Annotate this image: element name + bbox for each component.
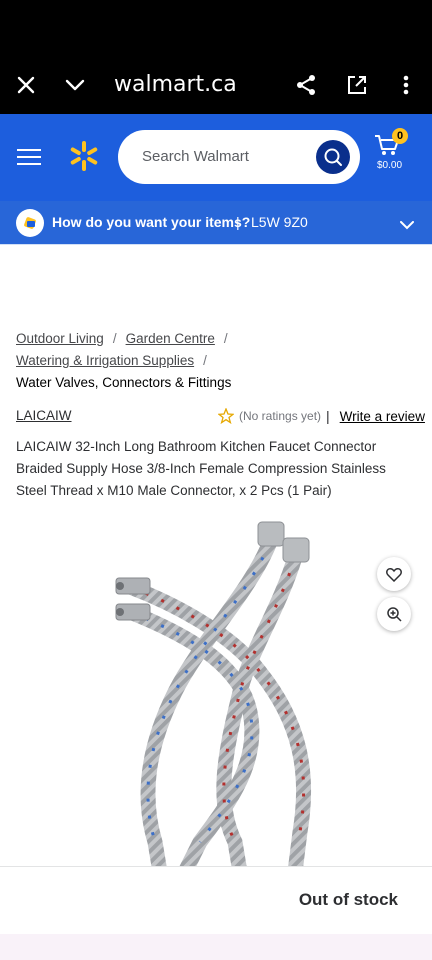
- breadcrumb-separator: /: [223, 331, 228, 346]
- close-icon[interactable]: [10, 55, 42, 114]
- cart-button[interactable]: 0 $0.00: [372, 128, 416, 178]
- breadcrumb-link-garden-centre[interactable]: Garden Centre: [126, 331, 215, 346]
- delivery-question: How do you want your items?: [52, 214, 251, 230]
- heart-icon: [386, 567, 402, 582]
- url-text[interactable]: walmart.ca: [114, 55, 237, 114]
- share-icon[interactable]: [292, 55, 320, 114]
- delivery-separator: |: [236, 214, 240, 230]
- status-bar: [0, 0, 432, 55]
- search-icon: [324, 148, 342, 166]
- product-title: LAICAIW 32-Inch Long Bathroom Kitchen Fa…: [16, 439, 386, 498]
- search-placeholder: Search Walmart: [142, 148, 249, 165]
- brand-link[interactable]: LAICAIW: [16, 408, 72, 423]
- search-input[interactable]: Search Walmart: [118, 130, 360, 184]
- breadcrumb-separator: /: [203, 353, 207, 368]
- delivery-postal-code: L5W 9Z0: [251, 214, 308, 230]
- delivery-banner[interactable]: How do you want your items? | L5W 9Z0: [0, 201, 432, 245]
- zoom-in-icon: [387, 607, 402, 622]
- open-external-icon[interactable]: [343, 55, 371, 114]
- breadcrumb-link-watering[interactable]: Watering & Irrigation Supplies: [16, 353, 194, 368]
- out-of-stock-label: Out of stock: [298, 890, 398, 909]
- walmart-spark-logo[interactable]: [68, 140, 100, 177]
- product-photo: [115, 521, 312, 866]
- bottom-action-bar: Out of stock: [0, 866, 432, 935]
- ratings-text: (No ratings yet): [239, 409, 322, 423]
- browser-toolbar: walmart.ca: [0, 55, 432, 114]
- write-review-link[interactable]: Write a review: [340, 409, 425, 424]
- chevron-down-icon[interactable]: [400, 217, 414, 235]
- chevron-down-icon[interactable]: [60, 55, 90, 114]
- cart-count-badge: 0: [392, 128, 408, 144]
- search-button[interactable]: [316, 140, 350, 174]
- breadcrumb-link-outdoor-living[interactable]: Outdoor Living: [16, 331, 104, 346]
- zoom-button[interactable]: [377, 597, 411, 631]
- rating-separator: |: [326, 408, 330, 424]
- bottom-strip: [0, 934, 432, 960]
- product-image[interactable]: [0, 512, 432, 866]
- star-icon: [218, 408, 234, 424]
- rating-row: (No ratings yet) | Write a review: [218, 408, 425, 424]
- delivery-icon: [16, 209, 44, 237]
- cart-total: $0.00: [377, 160, 403, 171]
- breadcrumb-separator: /: [112, 331, 117, 346]
- more-vertical-icon[interactable]: [396, 55, 416, 114]
- breadcrumb: Outdoor Living / Garden Centre / Watering &…: [16, 328, 416, 394]
- breadcrumb-current: Water Valves, Connectors & Fittings: [16, 375, 232, 390]
- hamburger-menu-icon[interactable]: [17, 148, 41, 171]
- add-to-favorites-button[interactable]: [377, 557, 411, 591]
